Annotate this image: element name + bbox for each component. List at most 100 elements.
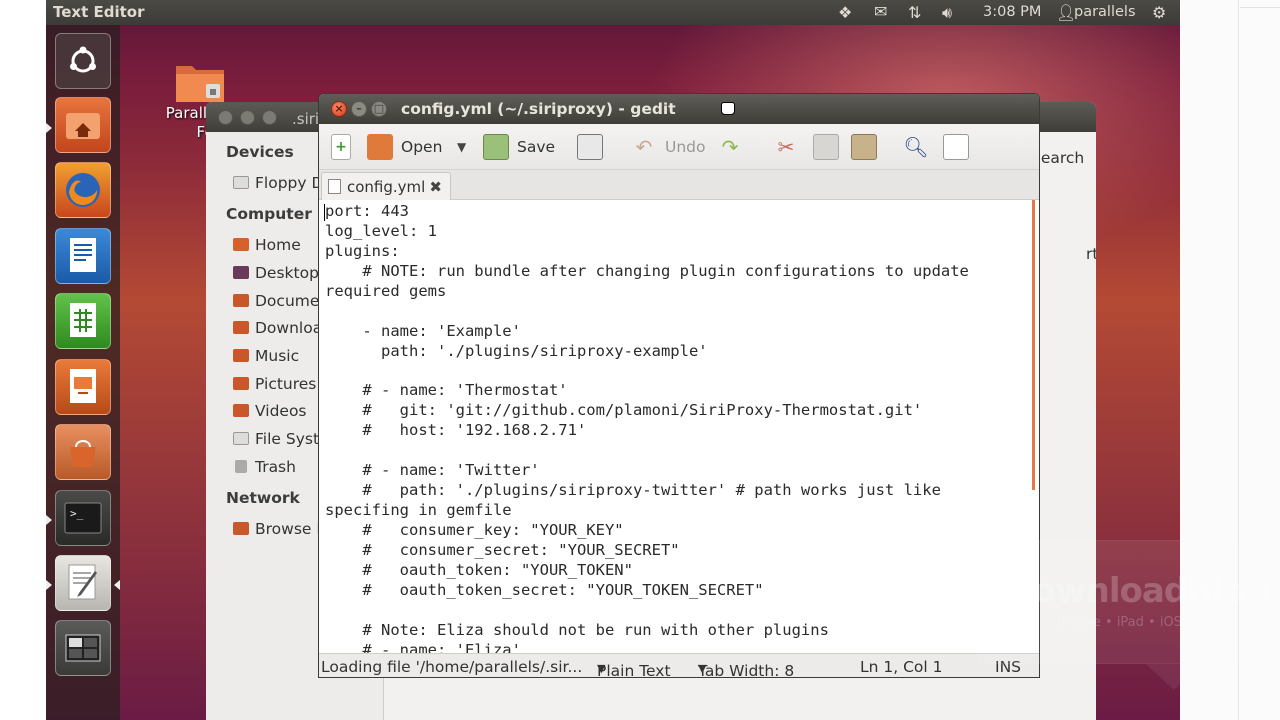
text-editor-icon bbox=[68, 564, 97, 600]
open-dropdown-button[interactable]: ▼ bbox=[457, 133, 466, 161]
file-icon bbox=[328, 179, 341, 194]
gedit-tab-bar: config.yml ✖ bbox=[319, 170, 1039, 200]
sidebar-item-videos[interactable]: Videos bbox=[233, 402, 307, 420]
videos-folder-icon bbox=[233, 404, 249, 417]
parallels-folder-icon[interactable] bbox=[174, 60, 226, 104]
dropbox-icon[interactable]: ❖ bbox=[838, 3, 852, 22]
panel-clock[interactable]: 3:08 PM bbox=[983, 4, 1041, 20]
gear-icon[interactable]: ⚙ bbox=[1152, 3, 1166, 22]
sidebar-item-trash[interactable]: Trash bbox=[233, 458, 296, 476]
code-line[interactable]: # - name: 'Twitter' bbox=[325, 461, 1031, 481]
redo-button[interactable]: ↷ bbox=[717, 133, 751, 161]
text-editor-area[interactable]: port: 443 log_level: 1 plugins: # NOTE: ru… bbox=[319, 200, 1039, 653]
copy-button[interactable] bbox=[813, 133, 847, 161]
code-line[interactable] bbox=[325, 302, 1031, 322]
code-line[interactable]: # git: 'git://github.com/plamoni/SiriPro… bbox=[325, 401, 1031, 421]
mail-icon[interactable]: ✉ bbox=[874, 2, 887, 21]
gedit-titlebar[interactable]: × – □ config.yml (~/.siriproxy) - gedit bbox=[319, 94, 1039, 124]
pictures-folder-icon bbox=[233, 377, 249, 390]
open-label: Open bbox=[401, 138, 443, 156]
sidebar-item-music[interactable]: Music bbox=[233, 347, 299, 365]
code-line[interactable]: # - name: 'Eliza' bbox=[325, 641, 1031, 653]
code-line[interactable] bbox=[325, 362, 1031, 382]
tab-config-yml[interactable]: config.yml ✖ bbox=[321, 172, 451, 200]
code-line[interactable] bbox=[325, 601, 1031, 621]
panel-user-name[interactable]: parallels bbox=[1074, 4, 1136, 20]
code-line[interactable]: # consumer_secret: "YOUR_SECRET" bbox=[325, 541, 1031, 561]
sidebar-item-label: Desktop bbox=[255, 264, 319, 282]
volume-icon[interactable]: 🔊︎ bbox=[942, 3, 952, 23]
paste-button[interactable] bbox=[851, 133, 885, 161]
code-line[interactable]: # - name: 'Thermostat' bbox=[325, 381, 1031, 401]
undo-button[interactable]: ↶ Undo bbox=[631, 133, 706, 161]
code-line[interactable]: # host: '192.168.2.71' bbox=[325, 421, 1031, 441]
workspace-switcher-launcher-button[interactable] bbox=[55, 620, 111, 676]
code-text[interactable]: port: 443 log_level: 1 plugins: # NOTE: ru… bbox=[325, 202, 1031, 653]
maximize-icon[interactable]: □ bbox=[371, 101, 387, 117]
code-line[interactable]: required gems bbox=[325, 282, 1031, 302]
sidebar-item-home[interactable]: Home bbox=[233, 236, 301, 254]
print-button[interactable] bbox=[577, 133, 611, 161]
tab-width-label: Tab Width: 8 bbox=[698, 662, 795, 678]
writer-launcher-button[interactable] bbox=[55, 228, 111, 284]
code-line[interactable]: path: './plugins/siriproxy-example' bbox=[325, 342, 1031, 362]
minimize-icon[interactable] bbox=[240, 110, 255, 125]
text-editor-launcher-button[interactable] bbox=[55, 555, 111, 611]
ubuntu-dash-icon bbox=[70, 46, 96, 73]
workspace-switcher-icon bbox=[65, 634, 101, 662]
running-indicator bbox=[46, 515, 52, 525]
find-replace-button[interactable] bbox=[943, 133, 977, 161]
impress-launcher-button[interactable] bbox=[55, 359, 111, 415]
open-button[interactable]: Open bbox=[367, 133, 442, 161]
watermark-subtitle: iPhone • iPad • iOS bbox=[1057, 615, 1182, 630]
network-icon[interactable]: ⇅ bbox=[908, 3, 921, 22]
files-launcher-button[interactable] bbox=[55, 97, 111, 153]
terminal-launcher-button[interactable]: >_ bbox=[55, 490, 111, 546]
search-icon: 🔍︎ bbox=[903, 135, 929, 159]
dash-button[interactable] bbox=[55, 33, 111, 89]
sidebar-item-downloads[interactable]: Downloa bbox=[233, 319, 322, 337]
software-center-launcher-button[interactable] bbox=[55, 424, 111, 480]
sidebar-item-filesystem[interactable]: File Syst bbox=[233, 430, 319, 448]
close-icon[interactable]: × bbox=[331, 101, 347, 117]
cut-button[interactable]: ✂ bbox=[773, 133, 807, 161]
code-line[interactable]: # NOTE: run bundle after changing plugin… bbox=[325, 262, 1031, 282]
code-line[interactable]: specifing in gemfile bbox=[325, 501, 1031, 521]
code-line[interactable]: port: 443 bbox=[325, 202, 1031, 222]
floppy-icon bbox=[233, 176, 249, 189]
code-line[interactable] bbox=[325, 441, 1031, 461]
find-button[interactable]: 🔍︎ bbox=[903, 133, 937, 161]
maximize-icon[interactable] bbox=[262, 110, 277, 125]
sidebar-item-documents[interactable]: Docume bbox=[233, 292, 319, 310]
close-tab-icon[interactable]: ✖ bbox=[429, 178, 442, 196]
chevron-down-icon: ▼ bbox=[597, 662, 606, 675]
code-line[interactable]: # oauth_token: "YOUR_TOKEN" bbox=[325, 561, 1031, 581]
close-icon[interactable] bbox=[218, 110, 233, 125]
code-line[interactable]: plugins: bbox=[325, 242, 1031, 262]
sidebar-item-floppy[interactable]: Floppy D bbox=[233, 174, 323, 192]
hand-cursor-icon bbox=[721, 102, 735, 115]
firefox-launcher-button[interactable] bbox=[55, 162, 111, 218]
vertical-scrollbar[interactable] bbox=[1032, 200, 1035, 490]
code-line[interactable]: # path: './plugins/siriproxy-twitter' # … bbox=[325, 481, 1031, 501]
code-line[interactable]: log_level: 1 bbox=[325, 222, 1031, 242]
chevron-down-icon: ▼ bbox=[698, 662, 707, 675]
calc-launcher-button[interactable] bbox=[55, 293, 111, 349]
code-line[interactable]: # Note: Eliza should not be run with oth… bbox=[325, 621, 1031, 641]
code-line[interactable]: - name: 'Example' bbox=[325, 322, 1031, 342]
sidebar-item-desktop[interactable]: Desktop bbox=[233, 264, 319, 282]
downloads-folder-icon bbox=[233, 321, 249, 334]
new-button[interactable]: + bbox=[331, 133, 359, 161]
minimize-icon[interactable]: – bbox=[351, 101, 367, 117]
sidebar-item-browse-network[interactable]: Browse N bbox=[233, 520, 328, 538]
sidebar-item-label: Pictures bbox=[255, 375, 317, 393]
watermark-brand: iDownloadBlog bbox=[995, 571, 1269, 611]
code-line[interactable]: # oauth_token_secret: "YOUR_TOKEN_SECRET… bbox=[325, 581, 1031, 601]
save-button[interactable]: Save bbox=[483, 133, 555, 161]
code-line[interactable]: # consumer_key: "YOUR_KEY" bbox=[325, 521, 1031, 541]
gedit-window: × – □ config.yml (~/.siriproxy) - gedit … bbox=[318, 93, 1040, 678]
sidebar-item-label: Docume bbox=[255, 292, 320, 310]
sidebar-heading-devices: Devices bbox=[226, 143, 294, 161]
sidebar-item-pictures[interactable]: Pictures bbox=[233, 375, 316, 393]
sidebar-item-label: Downloa bbox=[255, 319, 323, 337]
